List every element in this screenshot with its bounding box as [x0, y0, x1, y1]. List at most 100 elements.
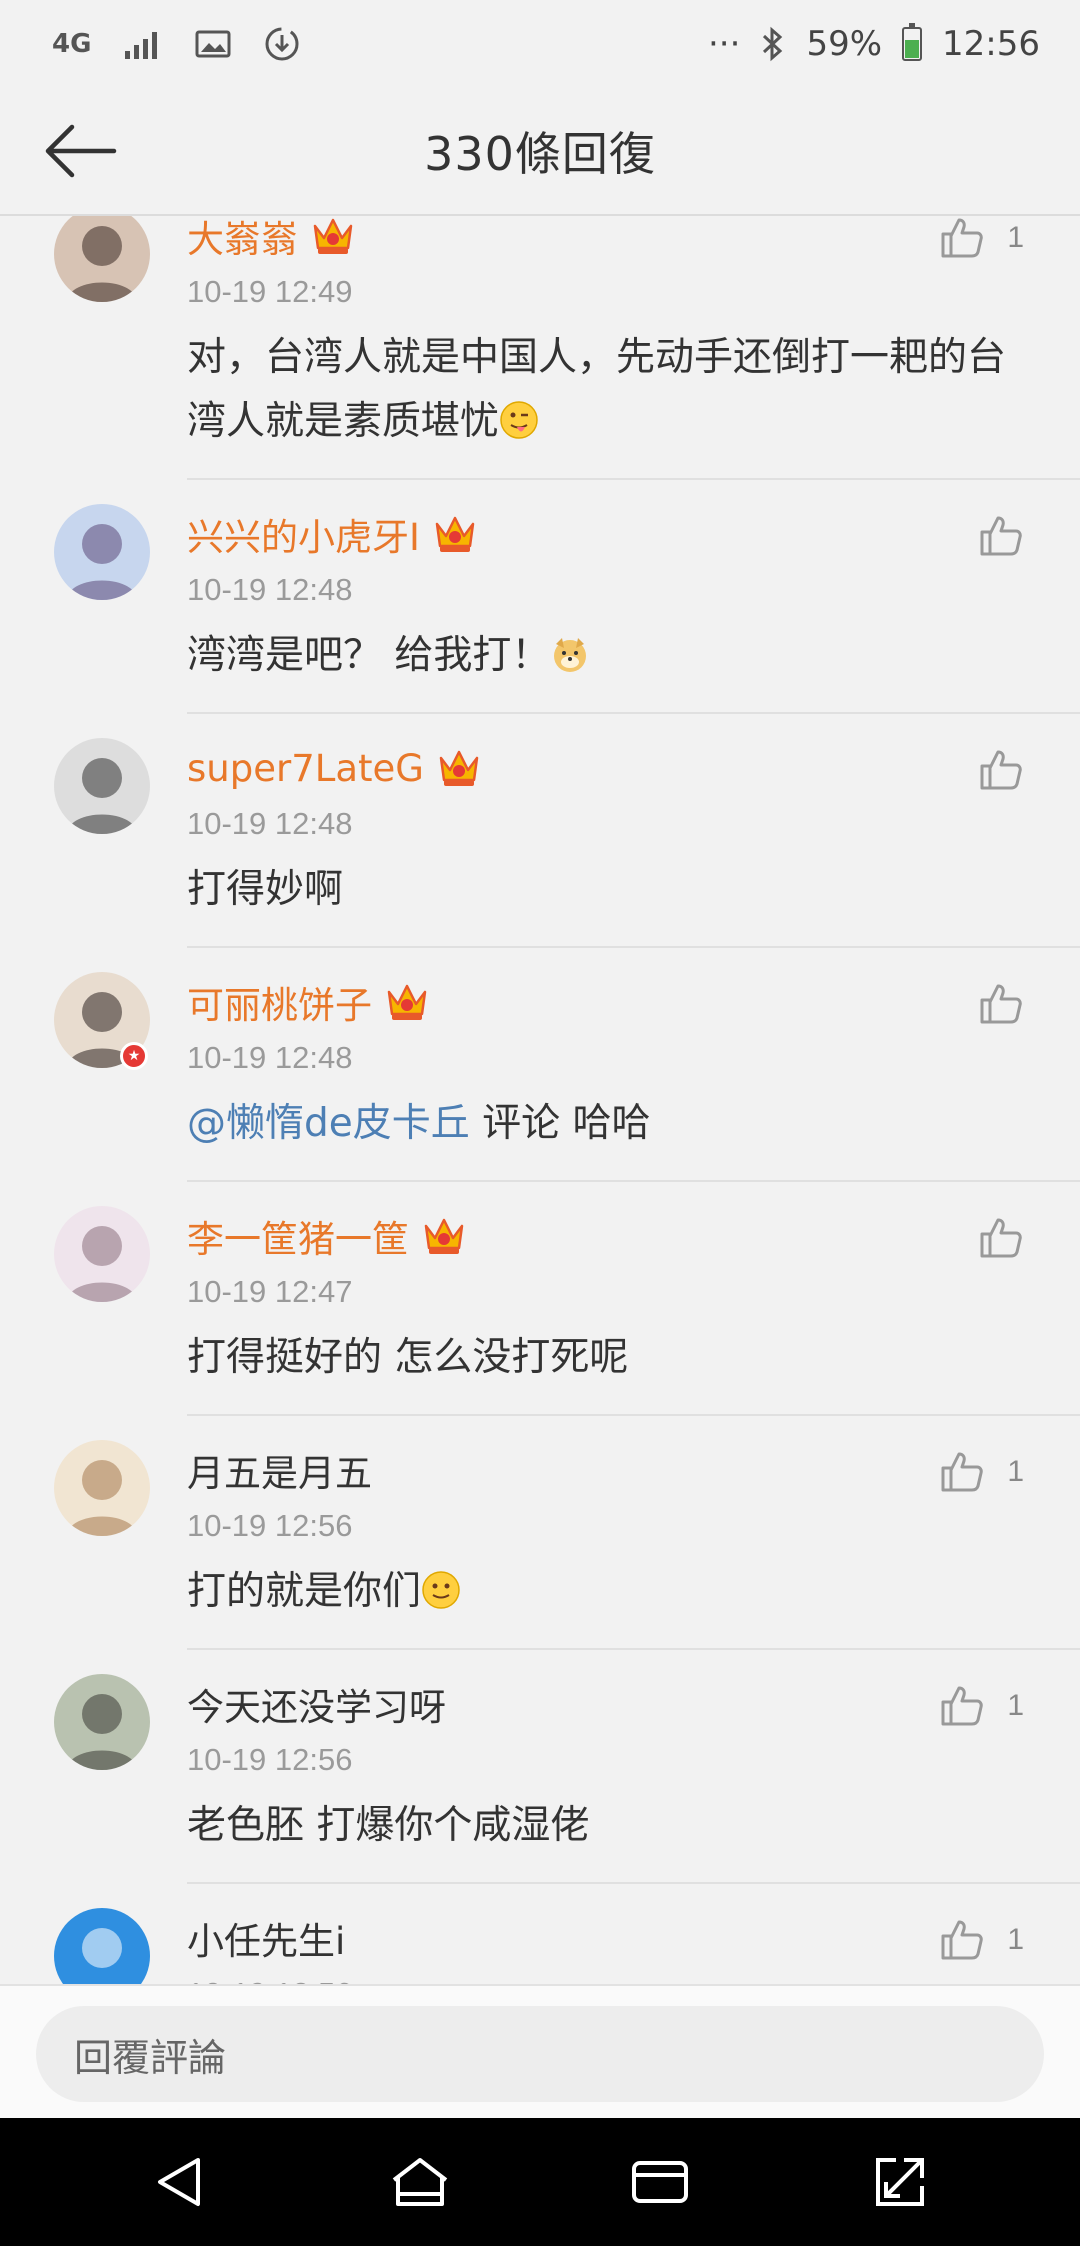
mention-link[interactable]: @懒惰de皮卡丘	[187, 1101, 470, 1146]
comment-timestamp: 10-19 12:48	[187, 1040, 353, 1075]
nav-expand-button[interactable]	[850, 2132, 950, 2232]
comment-body: 对，台湾人就是中国人，先动手还倒打一耙的台湾人就是素质堪忧	[187, 335, 1007, 444]
avatar-image	[54, 738, 150, 834]
avatar[interactable]	[54, 1674, 150, 1770]
comment-body: 评论 哈哈	[469, 1101, 651, 1146]
back-arrow-icon	[45, 124, 117, 178]
like-count: 1	[1007, 1455, 1024, 1488]
comment-item[interactable]: 大嵡嵡 10-19 12:49 对，台湾人就是中国人，先动手还倒打一耙的台湾人就是素…	[0, 216, 1080, 480]
comment-item[interactable]: 月五是月五 10-19 12:56 打的就是你们 1	[0, 1416, 1080, 1650]
tongue-emoji-icon	[500, 401, 538, 439]
smile-emoji-icon	[422, 1571, 460, 1609]
username[interactable]: 小任先生i	[187, 1911, 345, 1965]
comment-body: 打的就是你们	[187, 1569, 422, 1614]
name-row: 可丽桃饼子	[187, 974, 430, 1030]
name-row: 今天还没学习呀	[187, 1676, 446, 1732]
like-count: 1	[1007, 221, 1024, 254]
username[interactable]: 可丽桃饼子	[187, 975, 372, 1029]
username[interactable]: 今天还没学习呀	[187, 1677, 446, 1731]
like-button[interactable]	[978, 748, 1024, 792]
clock: 12:56	[942, 24, 1040, 64]
username[interactable]: 兴兴的小虎牙I	[187, 507, 420, 561]
vip-crown-icon	[424, 1218, 464, 1254]
doge-emoji-icon	[554, 638, 587, 672]
status-left-icons: 4G	[52, 25, 301, 63]
like-button[interactable]	[978, 514, 1024, 558]
network-type-icon: 4G	[52, 31, 91, 57]
like-icon	[980, 1218, 1022, 1258]
like-count: 1	[1007, 1923, 1024, 1956]
comment-timestamp: 10-19 12:56	[187, 1976, 352, 1984]
page-header: 330條回復	[0, 88, 1080, 216]
comment-item[interactable]: 小任先生i 10-19 12:56 1	[0, 1884, 1080, 1984]
like-icon	[941, 1686, 984, 1726]
avatar[interactable]	[54, 504, 150, 600]
username[interactable]: super7LateG	[187, 747, 424, 790]
network-type-label: 4G	[52, 29, 92, 59]
nav-home-icon	[392, 2158, 448, 2206]
signal-icon	[123, 29, 163, 59]
comment-list-content: 大嵡嵡 10-19 12:49 对，台湾人就是中国人，先动手还倒打一耙的台湾人就是素…	[0, 216, 1080, 1984]
like-icon	[941, 218, 984, 258]
battery-fill	[905, 40, 920, 58]
vip-crown-icon	[387, 984, 427, 1020]
more-notifications-icon: ···	[708, 24, 741, 64]
comment-list[interactable]: 大嵡嵡 10-19 12:49 对，台湾人就是中国人，先动手还倒打一耙的台湾人就是素…	[0, 216, 1080, 1984]
name-row: 兴兴的小虎牙I	[187, 506, 478, 562]
like-button[interactable]: 1	[939, 1684, 1024, 1728]
name-row: 小任先生i	[187, 1910, 345, 1966]
battery-percent: 59%	[806, 24, 883, 64]
avatar[interactable]	[54, 216, 150, 302]
like-icon	[980, 984, 1022, 1024]
like-button[interactable]	[978, 1216, 1024, 1260]
comment-item[interactable]: 兴兴的小虎牙I 10-19 12:48 湾湾是吧？ 给我打！	[0, 480, 1080, 714]
avatar-image	[54, 1440, 150, 1536]
nav-home-button[interactable]	[370, 2132, 470, 2232]
like-button[interactable]: 1	[939, 1918, 1024, 1962]
like-icon	[941, 1920, 984, 1960]
comment-timestamp: 10-19 12:48	[187, 806, 353, 841]
username[interactable]: 李一筐猪一筐	[187, 1209, 409, 1263]
like-button[interactable]: 1	[939, 216, 1024, 260]
reply-input[interactable]: 回覆評論	[36, 2006, 1044, 2102]
nav-back-icon	[158, 2158, 200, 2206]
avatar[interactable]	[54, 1206, 150, 1302]
name-row: 大嵡嵡	[187, 216, 356, 264]
avatar[interactable]	[54, 1440, 150, 1536]
page-title: 330條回復	[424, 127, 656, 181]
comment-item[interactable]: ★ 可丽桃饼子 10-19 12:48 @懒惰de皮卡丘 评论 哈哈	[0, 948, 1080, 1182]
comment-item[interactable]: 李一筐猪一筐 10-19 12:47 打得挺好的 怎么没打死呢	[0, 1182, 1080, 1416]
comment-body: 湾湾是吧？ 给我打！	[187, 633, 551, 678]
comment-body: 老色胚 打爆你个咸湿佬	[187, 1803, 590, 1848]
name-row: 李一筐猪一筐	[187, 1208, 467, 1264]
comment-text: @懒惰de皮卡丘 评论 哈哈	[187, 1092, 1037, 1156]
comment-timestamp: 10-19 12:47	[187, 1274, 353, 1309]
vip-crown-icon	[435, 516, 475, 552]
battery-icon	[902, 23, 923, 61]
avatar[interactable]	[54, 738, 150, 834]
bluetooth-icon	[760, 26, 786, 62]
comment-timestamp: 10-19 12:56	[187, 1508, 353, 1543]
like-icon	[941, 1452, 984, 1492]
nav-recents-button[interactable]	[610, 2132, 710, 2232]
status-bar: 4G ··· 59% 12:56	[0, 0, 1080, 88]
comment-item[interactable]: 今天还没学习呀 10-19 12:56 老色胚 打爆你个咸湿佬 1	[0, 1650, 1080, 1884]
username[interactable]: 月五是月五	[187, 1443, 372, 1497]
comment-body: 打得挺好的 怎么没打死呢	[187, 1335, 629, 1380]
name-row: 月五是月五	[187, 1442, 372, 1498]
like-icon	[980, 750, 1022, 790]
avatar-image	[54, 1674, 150, 1770]
avatar-image	[54, 1908, 150, 1984]
comment-timestamp: 10-19 12:48	[187, 572, 353, 607]
back-button[interactable]	[40, 116, 120, 186]
username[interactable]: 大嵡嵡	[187, 216, 298, 263]
status-right-icons: ··· 59% 12:56	[708, 23, 1040, 64]
comment-timestamp: 10-19 12:56	[187, 1742, 353, 1777]
comment-text: 打得妙啊	[187, 858, 1037, 922]
like-button[interactable]: 1	[939, 1450, 1024, 1494]
like-icon	[980, 516, 1022, 556]
nav-back-button[interactable]	[130, 2132, 230, 2232]
avatar[interactable]	[54, 1908, 150, 1984]
like-button[interactable]	[978, 982, 1024, 1026]
comment-item[interactable]: super7LateG 10-19 12:48 打得妙啊	[0, 714, 1080, 948]
